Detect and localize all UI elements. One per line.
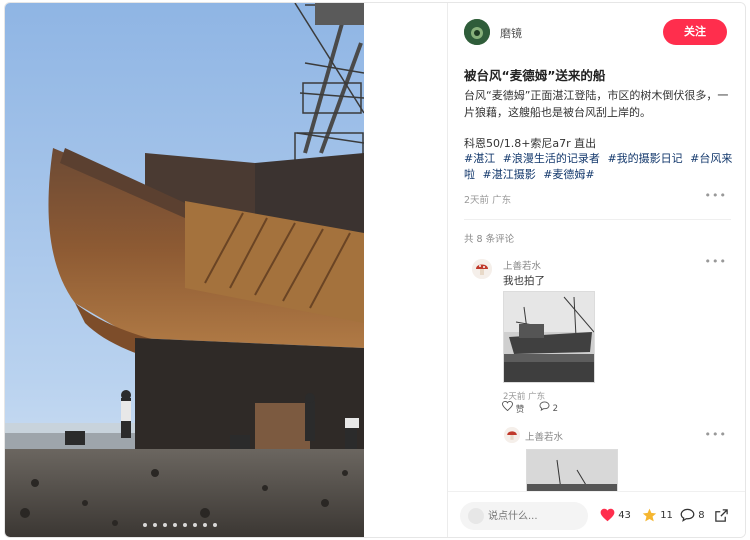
comment-author[interactable]: 上善若水 [503,258,541,272]
like-label: 赞 [515,404,525,415]
avatar-image [464,19,490,45]
tag-link[interactable]: #湛江 [464,152,495,165]
more-dots-icon[interactable]: ••• [705,189,727,202]
follow-button[interactable]: 关注 [663,19,727,45]
star-icon [642,508,657,522]
reply-photo[interactable] [526,449,618,495]
mushroom-avatar-icon [472,259,492,279]
comment-outline-icon [539,401,550,412]
like-stat-button[interactable]: 43 [600,506,631,526]
comment-actions: 赞 2 [502,400,558,415]
like-button[interactable]: 赞 [502,400,525,415]
commenter-avatar[interactable] [472,259,492,279]
comment-input-wrap[interactable] [460,502,588,530]
photo-gap [364,3,447,537]
post-tags: #湛江 #浪漫生活的记录者 #我的摄影日记 #台风来啦 #湛江摄影 #麦德姆# [464,151,734,183]
comment-text: 我也拍了 [503,275,545,287]
comment-count: 共 8 条评论 [464,234,515,245]
heart-outline-icon [502,400,513,412]
author-name[interactable]: 磨镜 [500,25,522,41]
comment-stat-button[interactable]: 8 [680,506,705,526]
tag-link[interactable]: #浪漫生活的记录者 [503,152,600,165]
post-photo[interactable] [5,3,364,537]
post-title: 被台风“麦德姆”送来的船 [464,68,606,83]
share-icon [715,508,728,522]
more-dots-icon[interactable]: ••• [705,255,727,268]
divider [464,219,731,220]
comment-bubble-icon [680,508,695,522]
star-stat-button[interactable]: 11 [642,506,673,526]
heart-icon [600,508,615,522]
author-header: 磨镜 关注 [464,19,731,49]
comment-stat-count: 8 [698,510,705,521]
comment-input[interactable] [488,502,584,530]
bw-ship-image [504,292,594,382]
mushroom-avatar-icon [504,427,520,443]
reply-count: 2 [552,403,559,414]
comment-photo[interactable] [503,291,595,383]
action-footer: 43 11 8 [448,491,745,537]
pen-icon [468,508,484,524]
author-avatar[interactable] [464,19,490,45]
reply-author[interactable]: 上善若水 [525,429,563,443]
tag-link[interactable]: #我的摄影日记 [607,152,682,165]
share-button[interactable] [714,506,729,526]
post-detail-panel: 磨镜 关注 被台风“麦德姆”送来的船 台风“麦德姆”正面湛江登陆，市区的树木倒伏… [447,3,745,537]
tag-link[interactable]: #麦德姆# [543,168,594,181]
tag-link[interactable]: #湛江摄影 [483,168,536,181]
reply-button[interactable]: 2 [539,401,558,414]
post-window: 磨镜 关注 被台风“麦德姆”送来的船 台风“麦德姆”正面湛江登陆，市区的树木倒伏… [4,2,746,538]
ship-on-beach-image [5,3,364,537]
star-count: 11 [660,510,673,521]
like-count: 43 [618,510,631,521]
more-dots-icon[interactable]: ••• [705,428,727,441]
post-meta: 2天前 广东 [464,195,512,206]
commenter-avatar[interactable] [504,427,520,443]
post-camera-info: 科恩50/1.8+索尼a7r 直出 [464,137,597,150]
post-body: 台风“麦德姆”正面湛江登陆，市区的树木倒伏很多，一片狼藉，这艘船也是被台风刮上岸… [464,89,729,119]
bw-ship-image [527,450,617,494]
